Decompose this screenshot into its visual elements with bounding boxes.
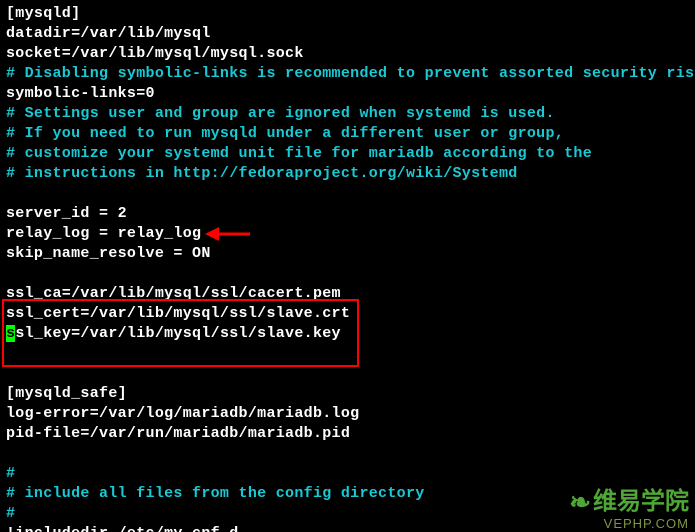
config-line-ssl-key: ssl_key=/var/lib/mysql/ssl/slave.key (6, 325, 341, 342)
terminal-output: [mysqld] datadir=/var/lib/mysql socket=/… (0, 0, 695, 532)
comment-line: # include all files from the config dire… (6, 485, 425, 502)
config-line-ssl-key-tail: sl_key=/var/lib/mysql/ssl/slave.key (15, 325, 341, 342)
config-line: [mysqld] (6, 5, 80, 22)
config-line: datadir=/var/lib/mysql (6, 25, 211, 42)
config-line: [mysqld_safe] (6, 385, 127, 402)
comment-line: # Disabling symbolic-links is recommende… (6, 65, 695, 82)
comment-line: # customize your systemd unit file for m… (6, 145, 592, 162)
config-line: skip_name_resolve = ON (6, 245, 211, 262)
comment-line: # (6, 505, 15, 522)
config-line: symbolic-links=0 (6, 85, 155, 102)
config-line: !includedir /etc/my.cnf.d (6, 525, 239, 532)
editor-cursor: s (6, 325, 15, 342)
comment-line: # Settings user and group are ignored wh… (6, 105, 555, 122)
config-line-relay-log: relay_log = relay_log (6, 225, 201, 242)
config-line: pid-file=/var/run/mariadb/mariadb.pid (6, 425, 350, 442)
config-line: server_id = 2 (6, 205, 127, 222)
comment-line: # (6, 465, 15, 482)
comment-line: # instructions in http://fedoraproject.o… (6, 165, 518, 182)
config-line-ssl-cert: ssl_cert=/var/lib/mysql/ssl/slave.crt (6, 305, 350, 322)
config-line: log-error=/var/log/mariadb/mariadb.log (6, 405, 359, 422)
config-line: socket=/var/lib/mysql/mysql.sock (6, 45, 304, 62)
config-line-ssl-ca: ssl_ca=/var/lib/mysql/ssl/cacert.pem (6, 285, 341, 302)
comment-line: # If you need to run mysqld under a diff… (6, 125, 564, 142)
